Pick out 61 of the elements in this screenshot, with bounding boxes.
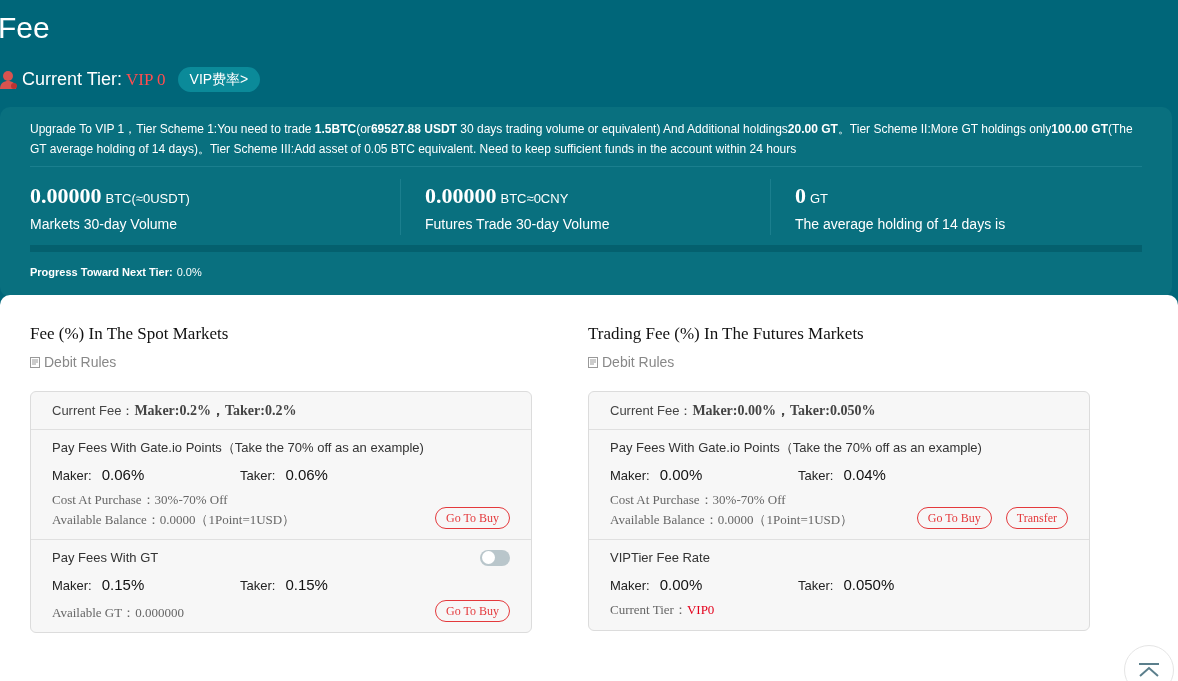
stat-value: 0.00000 — [425, 182, 497, 210]
info-value: 30%-70% Off — [154, 491, 228, 509]
current-tier-label: Current Tier: — [22, 68, 123, 91]
info-label: Current Tier： — [610, 601, 687, 619]
taker-label: Taker: — [798, 466, 834, 485]
maker-label: Maker: — [610, 576, 650, 595]
info-label: Available Balance： — [610, 510, 718, 529]
current-fee-value: Maker:0.00%，Taker:0.050% — [692, 402, 876, 420]
taker-rate: 0.15% — [285, 574, 328, 595]
user-icon — [0, 69, 18, 90]
back-to-top-icon — [1138, 663, 1160, 677]
vip-rates-link[interactable]: VIP费率> — [177, 67, 261, 92]
maker-rate: 0.15% — [101, 574, 145, 595]
debit-rules-link[interactable]: Debit Rules — [588, 352, 1090, 373]
progress-value: 0.0% — [176, 265, 202, 280]
upgrade-note: Upgrade To VIP 1，Tier Scheme 1:You need to trade 1.5BTC(or69527.88 USDT 30 days trading volume or equivalent) And Additional holdings20.00 GT。Tier Scheme II:More GT holdings only100.00 GT(The GT average holding of 14 days)。Tier Scheme III:Add asset of 0.05 BTC equivalent. Need to keep sufficient funds in the account within 24 hours — [30, 121, 1134, 158]
document-icon — [30, 357, 40, 368]
stat-value: 0 — [795, 182, 806, 210]
current-fee-label: Current Fee： — [52, 402, 135, 420]
stat-unit: GT — [810, 190, 829, 208]
current-fee-value: Maker:0.2%，Taker:0.2% — [134, 402, 297, 420]
maker-label: Maker: — [52, 576, 92, 595]
toggle-switch[interactable] — [480, 549, 510, 566]
maker-rate: 0.06% — [101, 464, 145, 485]
stat-value: 0.00000 — [30, 182, 102, 210]
page-title: Fee — [0, 10, 51, 46]
document-icon — [588, 357, 598, 368]
taker-label: Taker: — [798, 576, 834, 595]
info-value: 0.0000（1Point=1USD） — [717, 510, 854, 529]
stat-label: Markets 30-day Volume — [30, 215, 179, 234]
info-label: Cost At Purchase： — [52, 491, 155, 509]
info-label: Available GT： — [52, 603, 136, 622]
current-fee-label: Current Fee： — [610, 402, 693, 420]
maker-label: Maker: — [52, 466, 92, 485]
panel-title: Trading Fee (%) In The Futures Markets — [588, 322, 865, 345]
info-value: 0.000000 — [135, 603, 184, 622]
info-label: Cost At Purchase： — [610, 491, 713, 509]
maker-rate: 0.00% — [659, 574, 703, 595]
section-heading: Pay Fees With GT — [52, 549, 159, 567]
info-value: 30%-70% Off — [712, 491, 786, 509]
section-heading: VIPTier Fee Rate — [610, 549, 710, 567]
stat-unit: BTC≈0CNY — [500, 190, 569, 208]
info-value: 0.0000（1Point=1USD） — [159, 510, 296, 529]
debit-rules-link[interactable]: Debit Rules — [30, 352, 532, 373]
info-value: VIP0 — [686, 601, 715, 619]
section-heading: Pay Fees With Gate.io Points（Take the 70% off as an example) — [52, 439, 424, 457]
panel-title: Fee (%) In The Spot Markets — [30, 322, 230, 345]
maker-rate: 0.00% — [659, 464, 703, 485]
taker-rate: 0.050% — [843, 574, 895, 595]
stat-label: The average holding of 14 days is — [795, 215, 1007, 234]
taker-rate: 0.06% — [285, 464, 328, 485]
section-heading: Pay Fees With Gate.io Points（Take the 70% off as an example) — [610, 439, 982, 457]
current-tier-value: VIP 0 — [126, 68, 166, 91]
info-label: Available Balance： — [52, 510, 160, 529]
maker-label: Maker: — [610, 466, 650, 485]
progress-label: Progress Toward Next Tier: — [30, 265, 173, 280]
stat-unit: BTC(≈0USDT) — [105, 190, 190, 208]
taker-label: Taker: — [240, 466, 276, 485]
taker-rate: 0.04% — [843, 464, 886, 485]
stat-label: Futures Trade 30-day Volume — [425, 215, 611, 234]
taker-label: Taker: — [240, 576, 276, 595]
